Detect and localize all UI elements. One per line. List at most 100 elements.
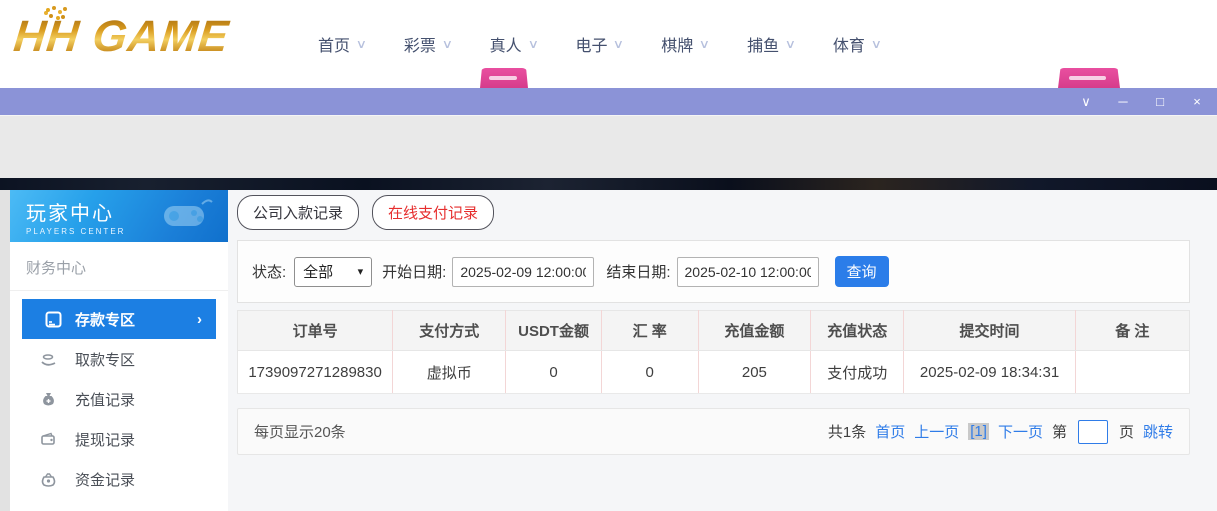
sidebar-menu: 存款专区 › 取款专区 充值记录 提现记录 资金记录: [10, 291, 228, 511]
nav-label: 真人: [489, 38, 522, 55]
cell-exchange-rate: 0: [600, 350, 699, 394]
close-icon[interactable]: ×: [1189, 95, 1205, 108]
promo-ribbon: [1058, 68, 1120, 88]
nav-label: 彩票: [403, 38, 436, 55]
sidebar-item-label: 取款专区: [75, 351, 136, 369]
chevron-right-icon: ›: [197, 310, 202, 328]
page: HH GAME 首页 ∨ 彩票 ∨ 真人 ∨ 电子 ∨ 棋牌 ∨ 捕鱼 ∨ 体育…: [0, 0, 1217, 511]
jump-page-input[interactable]: [1077, 419, 1108, 444]
chevron-down-icon: ∨: [355, 37, 368, 51]
collapse-icon[interactable]: ∨: [1078, 95, 1094, 108]
cell-recharge-amount: 205: [697, 350, 811, 394]
first-page-link[interactable]: 首页: [875, 421, 905, 442]
modal-titlebar: ∨ ─ □ ×: [0, 88, 1217, 115]
cell-usdt-amount: 0: [505, 350, 602, 394]
chevron-down-icon: ∨: [870, 37, 883, 51]
nav-label: 体育: [832, 38, 865, 55]
nav-item-lottery[interactable]: 彩票 ∨: [403, 32, 453, 56]
table-row: 1739097271289830 虚拟币 0 0 205 支付成功 2025-0…: [237, 350, 1190, 394]
chevron-down-icon: ∨: [441, 37, 453, 51]
nav-item-live[interactable]: 真人 ∨: [489, 32, 539, 56]
chevron-down-icon: ∨: [613, 37, 625, 51]
jump-suffix-text: 页: [1118, 424, 1134, 441]
cell-submit-time: 2025-02-09 18:34:31: [903, 350, 1076, 394]
maximize-icon[interactable]: □: [1152, 95, 1168, 108]
cell-recharge-status: 支付成功: [810, 350, 904, 394]
jump-button[interactable]: 跳转: [1143, 421, 1173, 442]
pagination-bar: 每页显示20条 共1条 首页 上一页 [1] 下一页 第 页 跳转: [237, 408, 1190, 455]
nav-label: 首页: [318, 38, 351, 55]
promo-ribbon: [480, 68, 528, 88]
current-page-indicator: [1]: [968, 423, 989, 440]
nav-item-chess[interactable]: 棋牌 ∨: [661, 32, 711, 56]
cell-order-id: 1739097271289830: [237, 350, 393, 394]
withdraw-icon: [41, 353, 56, 366]
cell-payment-method: 虚拟币: [392, 350, 506, 394]
status-select[interactable]: 全部 ▾: [294, 256, 373, 287]
sidebar-item-funds-records[interactable]: 资金记录: [10, 459, 228, 499]
header-order-id: 订单号: [237, 310, 393, 351]
nav-label: 捕鱼: [747, 38, 780, 55]
sidebar-section-finance-center: 财务中心: [10, 242, 228, 291]
query-button[interactable]: 查询: [834, 256, 889, 287]
status-selected-value: 全部: [303, 264, 334, 281]
chevron-down-icon: ∨: [698, 37, 711, 51]
sidebar-item-deposit-zone[interactable]: 存款专区 ›: [22, 299, 216, 339]
prev-page-link[interactable]: 上一页: [914, 421, 959, 442]
status-label: 状态:: [252, 264, 287, 281]
tab-online-payment-records[interactable]: 在线支付记录: [372, 195, 495, 230]
start-date-label: 开始日期:: [382, 264, 447, 281]
end-date-input[interactable]: [676, 256, 819, 287]
deposit-icon: [45, 311, 62, 327]
sidebar: 玩家中心 PLAYERS CENTER 财务中心 存款专区 › 取款专区 充值记…: [10, 190, 228, 511]
jump-prefix-text: 第: [1051, 424, 1067, 441]
start-date-input[interactable]: [452, 256, 595, 287]
coin-purse-icon: [41, 472, 56, 487]
sidebar-item-withdraw-zone[interactable]: 取款专区: [10, 339, 228, 379]
sidebar-item-lottery-bet-details[interactable]: 彩票下注明细: [10, 499, 228, 511]
main-nav: 首页 ∨ 彩票 ∨ 真人 ∨ 电子 ∨ 棋牌 ∨ 捕鱼 ∨ 体育 ∨: [318, 32, 883, 56]
site-header: HH GAME 首页 ∨ 彩票 ∨ 真人 ∨ 电子 ∨ 棋牌 ∨ 捕鱼 ∨ 体育…: [0, 0, 1217, 88]
filter-panel: 状态: 全部 ▾ 开始日期: 结束日期: 查询: [237, 240, 1190, 303]
brand-logo[interactable]: HH GAME: [11, 12, 231, 62]
header-usdt-amount: USDT金额: [505, 310, 602, 351]
sidebar-header: 玩家中心 PLAYERS CENTER: [10, 190, 228, 242]
wallet-icon: [41, 432, 55, 445]
select-caret-icon: ▾: [357, 266, 364, 278]
header-submit-time: 提交时间: [903, 310, 1076, 351]
payment-records-table: 订单号 支付方式 USDT金额 汇 率 充值金额 充值状态 提交时间 备 注 1…: [237, 310, 1190, 394]
table-header-row: 订单号 支付方式 USDT金额 汇 率 充值金额 充值状态 提交时间 备 注: [237, 310, 1190, 351]
record-tabs: 公司入款记录 在线支付记录: [237, 195, 495, 230]
content-region: 玩家中心 PLAYERS CENTER 财务中心 存款专区 › 取款专区 充值记…: [0, 190, 1217, 511]
header-recharge-amount: 充值金额: [697, 310, 811, 351]
nav-item-home[interactable]: 首页 ∨: [318, 32, 368, 56]
pagination-controls: 共1条 首页 上一页 [1] 下一页 第 页 跳转: [828, 419, 1173, 444]
header-exchange-rate: 汇 率: [600, 310, 699, 351]
window-controls: ∨ ─ □ ×: [1078, 88, 1205, 115]
header-payment-method: 支付方式: [392, 310, 506, 351]
tab-company-deposit-records[interactable]: 公司入款记录: [237, 195, 360, 230]
dark-divider-strip: [0, 178, 1217, 190]
sidebar-item-label: 存款专区: [75, 311, 136, 329]
nav-label: 棋牌: [661, 38, 694, 55]
next-page-link[interactable]: 下一页: [998, 421, 1043, 442]
header-recharge-status: 充值状态: [810, 310, 904, 351]
money-bag-icon: [43, 392, 54, 405]
cell-remarks: [1074, 350, 1190, 394]
sidebar-item-label: 资金记录: [75, 471, 136, 489]
nav-label: 电子: [575, 38, 608, 55]
sidebar-item-label: 充值记录: [75, 391, 136, 409]
nav-item-sports[interactable]: 体育 ∨: [832, 32, 883, 56]
sidebar-item-withdrawal-records[interactable]: 提现记录: [10, 419, 228, 459]
header-remarks: 备 注: [1074, 310, 1190, 351]
gamepad-icon: [164, 199, 213, 226]
chevron-down-icon: ∨: [784, 37, 797, 51]
empty-toolbar-band: [0, 115, 1217, 178]
minimize-icon[interactable]: ─: [1115, 95, 1131, 108]
nav-item-slots[interactable]: 电子 ∨: [575, 32, 625, 56]
end-date-label: 结束日期:: [606, 264, 671, 281]
sidebar-item-recharge-records[interactable]: 充值记录: [10, 379, 228, 419]
sidebar-item-label: 提现记录: [75, 431, 136, 449]
chevron-down-icon: ∨: [527, 37, 539, 51]
nav-item-fishing[interactable]: 捕鱼 ∨: [747, 32, 797, 56]
